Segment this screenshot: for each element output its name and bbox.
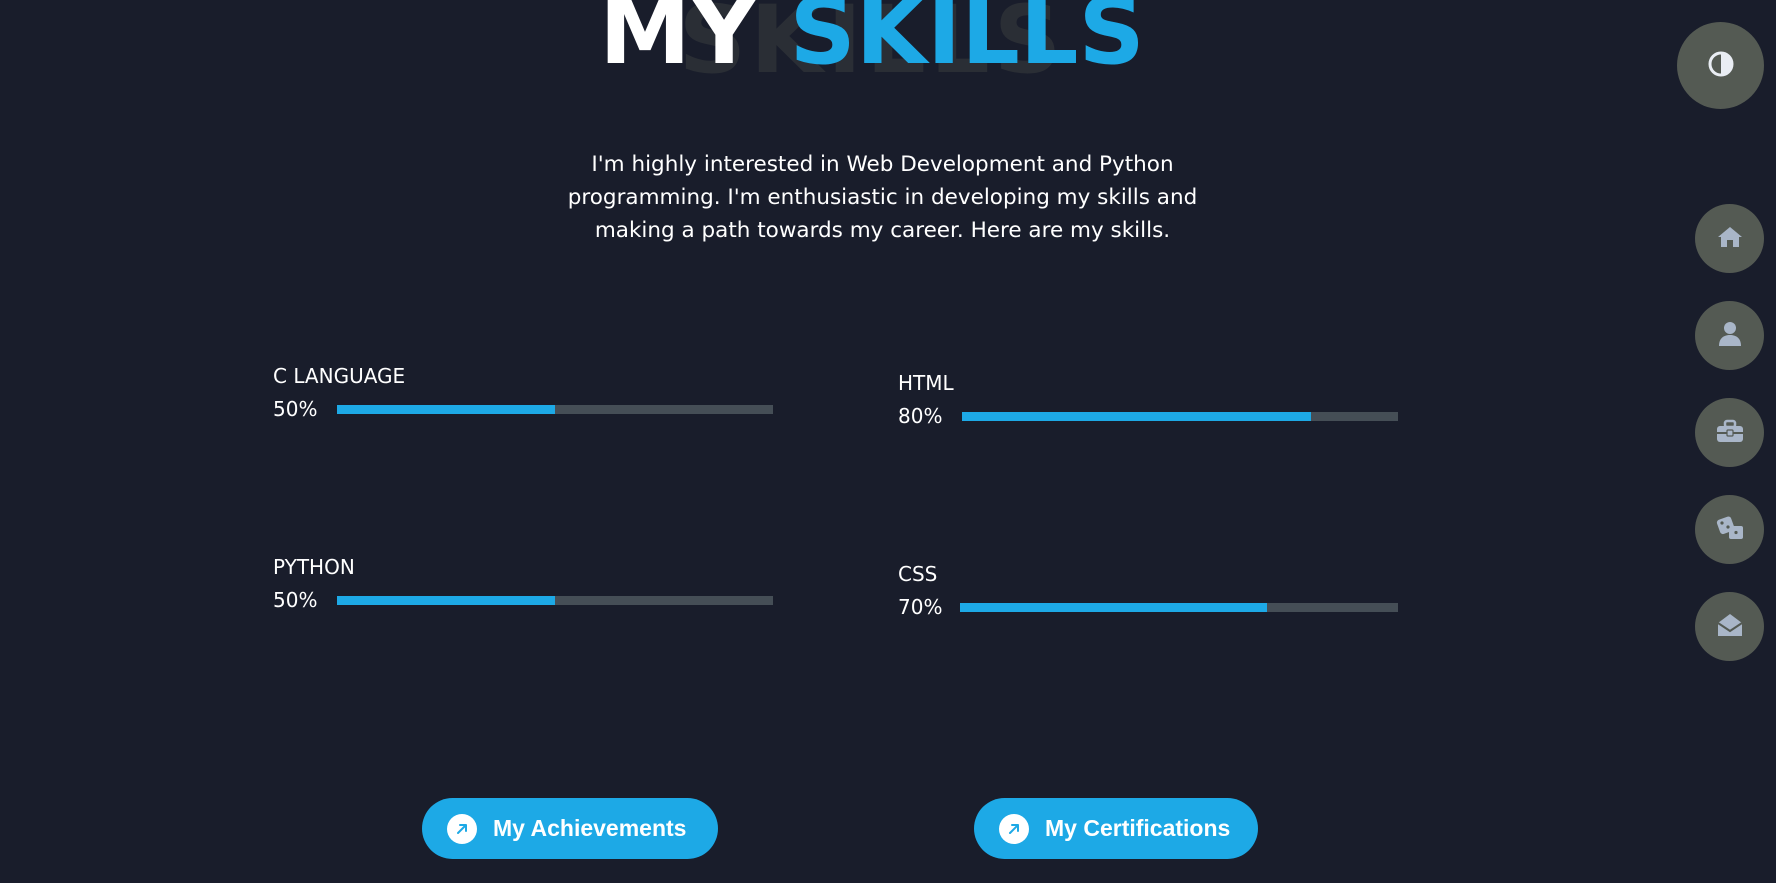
arrow-up-right-icon [999, 813, 1029, 844]
arrow-up-right-icon [447, 813, 477, 844]
skill-percent: 50% [273, 397, 318, 421]
intro-paragraph: I'm highly interested in Web Development… [567, 152, 1198, 243]
skill-css: CSS 70% [898, 562, 1398, 619]
heading-word-skills: SKILLS [789, 0, 1145, 85]
user-icon [1718, 321, 1742, 351]
my-certifications-button[interactable]: My Certifications [974, 798, 1258, 859]
skill-c-language: C LANGUAGE 50% [273, 364, 773, 421]
skill-progress-row: 50% [273, 397, 773, 421]
heading-title: MY SKILLS [0, 0, 1744, 85]
skill-name: PYTHON [273, 555, 355, 579]
skills-page: SKILLS MY SKILLS I'm highly interested i… [0, 0, 1776, 883]
home-icon [1716, 225, 1744, 253]
skill-percent: 50% [273, 588, 318, 612]
skill-progress-bar [960, 602, 1398, 612]
skill-progress-fill [962, 411, 1311, 421]
skill-progress-fill [337, 595, 555, 605]
envelope-open-icon [1716, 612, 1744, 642]
nav-home-button[interactable] [1695, 204, 1764, 273]
skill-name: C LANGUAGE [273, 364, 406, 388]
theme-toggle-button[interactable] [1677, 22, 1764, 109]
section-heading: SKILLS MY SKILLS [0, 0, 1744, 95]
briefcase-icon [1716, 419, 1744, 447]
skill-progress-bar [337, 595, 773, 605]
skill-progress-row: 80% [898, 404, 1398, 428]
skill-progress-fill [337, 404, 555, 414]
skill-html: HTML 80% [898, 371, 1398, 428]
nav-games-button[interactable] [1695, 495, 1764, 564]
skill-progress-bar [337, 404, 773, 414]
skill-name: HTML [898, 371, 954, 395]
skill-progress-row: 70% [898, 595, 1398, 619]
heading-word-my: MY [599, 0, 758, 85]
skill-progress-fill [960, 602, 1267, 612]
skill-percent: 70% [898, 595, 943, 619]
nav-about-button[interactable] [1695, 301, 1764, 370]
skill-progress-bar [962, 411, 1398, 421]
nav-portfolio-button[interactable] [1695, 398, 1764, 467]
skill-percent: 80% [898, 404, 943, 428]
skill-name: CSS [898, 562, 938, 586]
nav-contact-button[interactable] [1695, 592, 1764, 661]
skill-python: PYTHON 50% [273, 555, 773, 612]
dice-icon [1715, 515, 1745, 545]
contrast-icon [1707, 50, 1735, 82]
my-certifications-label: My Certifications [1045, 815, 1231, 841]
skill-progress-row: 50% [273, 588, 773, 612]
my-achievements-button[interactable]: My Achievements [422, 798, 718, 859]
my-achievements-label: My Achievements [493, 815, 687, 841]
